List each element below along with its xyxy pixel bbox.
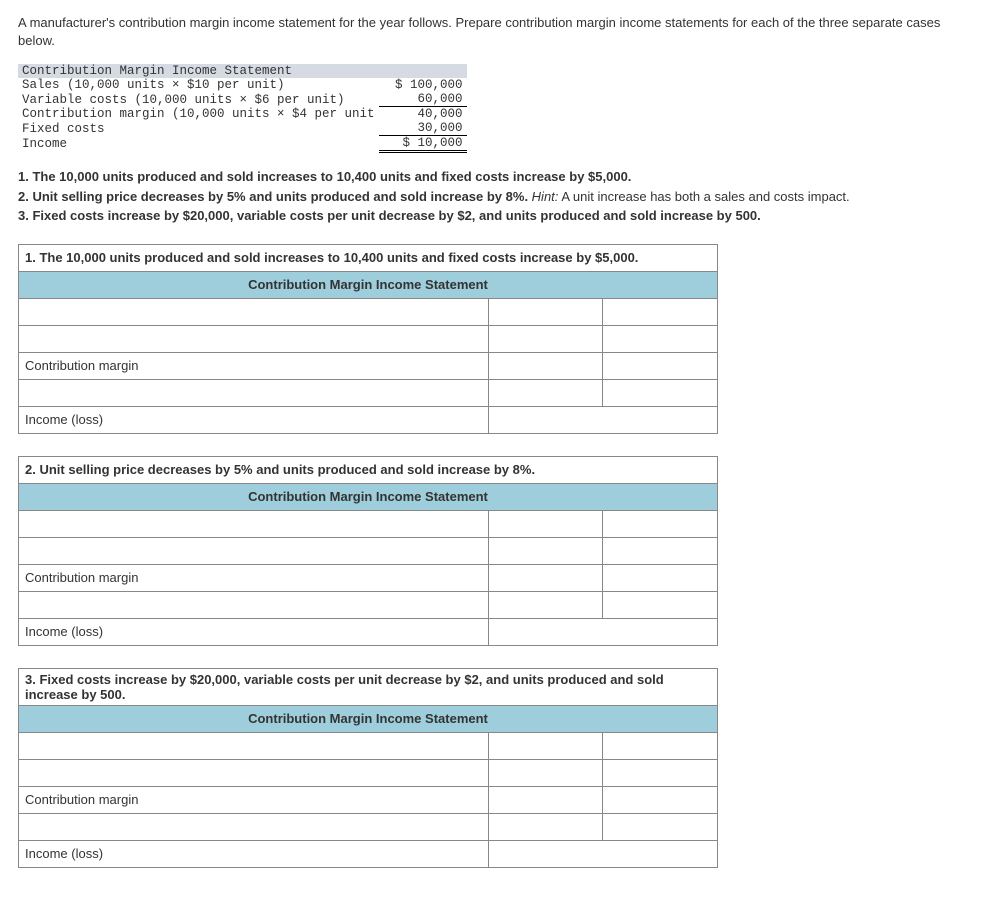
ws3-row2-amt2[interactable] [603,759,718,786]
ws2-row4-amt2[interactable] [603,591,718,618]
worksheet-3: 3. Fixed costs increase by $20,000, vari… [18,668,718,868]
ws3-cm-amt1[interactable] [488,786,603,813]
base-income-label: Income [18,136,379,152]
base-fixed-label: Fixed costs [18,121,379,136]
worksheet-1: 1. The 10,000 units produced and sold in… [18,244,718,434]
base-income-statement: Contribution Margin Income Statement Sal… [18,64,467,153]
ws2-row2-amt1[interactable] [488,537,603,564]
ws2-row4-amt1[interactable] [488,591,603,618]
ws1-header: Contribution Margin Income Statement [19,271,718,298]
base-income-amt: $ 10,000 [379,136,467,152]
ws3-row4-amt1[interactable] [488,813,603,840]
ws1-row2-amt1[interactable] [488,325,603,352]
base-cm-label: Contribution margin (10,000 units × $4 p… [18,107,379,122]
ws1-prompt: 1. The 10,000 units produced and sold in… [19,244,718,271]
base-sales-amt: $ 100,000 [379,78,467,92]
scenario-2a: 2. Unit selling price decreases by 5% an… [18,189,532,204]
ws2-income-label: Income (loss) [19,618,489,645]
scenario-2-hint-label: Hint: [532,189,559,204]
ws1-row1-label[interactable] [19,298,489,325]
ws2-row1-amt1[interactable] [488,510,603,537]
ws1-cm-label: Contribution margin [19,352,489,379]
ws1-cm-amt2[interactable] [603,352,718,379]
ws3-income-amt[interactable] [488,840,717,867]
ws1-row4-amt2[interactable] [603,379,718,406]
ws1-row1-amt1[interactable] [488,298,603,325]
ws3-row2-label[interactable] [19,759,489,786]
ws2-prompt: 2. Unit selling price decreases by 5% an… [19,456,718,483]
ws3-income-label: Income (loss) [19,840,489,867]
ws3-prompt: 3. Fixed costs increase by $20,000, vari… [19,668,718,705]
scenario-3: 3. Fixed costs increase by $20,000, vari… [18,208,761,223]
base-title: Contribution Margin Income Statement [18,64,467,78]
ws3-row4-amt2[interactable] [603,813,718,840]
ws2-cm-amt2[interactable] [603,564,718,591]
ws1-income-amt[interactable] [488,406,717,433]
ws1-income-label: Income (loss) [19,406,489,433]
ws1-row2-amt2[interactable] [603,325,718,352]
ws2-row2-amt2[interactable] [603,537,718,564]
ws3-row2-amt1[interactable] [488,759,603,786]
ws2-row2-label[interactable] [19,537,489,564]
ws2-cm-label: Contribution margin [19,564,489,591]
scenario-list: 1. The 10,000 units produced and sold in… [18,167,967,226]
base-cm-amt: 40,000 [379,107,467,122]
base-sales-label: Sales (10,000 units × $10 per unit) [18,78,379,92]
ws3-cm-label: Contribution margin [19,786,489,813]
ws1-row4-label[interactable] [19,379,489,406]
ws1-row2-label[interactable] [19,325,489,352]
problem-intro: A manufacturer's contribution margin inc… [18,14,967,50]
ws3-header: Contribution Margin Income Statement [19,705,718,732]
ws3-row1-amt1[interactable] [488,732,603,759]
scenario-1: 1. The 10,000 units produced and sold in… [18,169,631,184]
ws2-cm-amt1[interactable] [488,564,603,591]
ws1-row4-amt1[interactable] [488,379,603,406]
ws3-row1-label[interactable] [19,732,489,759]
base-var-label: Variable costs (10,000 units × $6 per un… [18,92,379,107]
ws1-cm-amt1[interactable] [488,352,603,379]
ws2-header: Contribution Margin Income Statement [19,483,718,510]
ws2-row4-label[interactable] [19,591,489,618]
scenario-2b: A unit increase has both a sales and cos… [561,189,849,204]
ws3-row1-amt2[interactable] [603,732,718,759]
ws3-cm-amt2[interactable] [603,786,718,813]
ws2-row1-label[interactable] [19,510,489,537]
ws2-income-amt[interactable] [488,618,717,645]
ws2-row1-amt2[interactable] [603,510,718,537]
ws3-row4-label[interactable] [19,813,489,840]
base-fixed-amt: 30,000 [379,121,467,136]
ws1-row1-amt2[interactable] [603,298,718,325]
base-var-amt: 60,000 [379,92,467,107]
worksheet-2: 2. Unit selling price decreases by 5% an… [18,456,718,646]
